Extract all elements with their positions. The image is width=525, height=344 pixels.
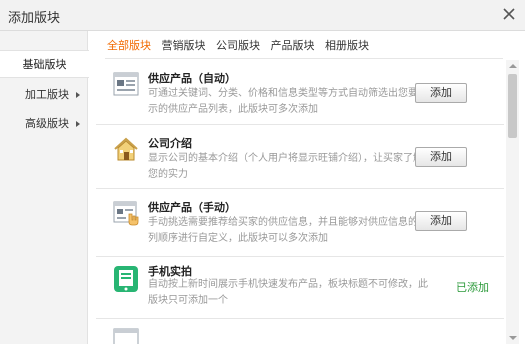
sidebar-item-processing[interactable]: 加工版块 bbox=[0, 81, 88, 109]
mobile-phone-icon bbox=[114, 266, 138, 292]
product-list-icon bbox=[113, 72, 139, 96]
category-tabs: 全部版块 营销版块 公司版块 产品版块 相册版块 bbox=[107, 37, 376, 53]
scrollbar[interactable] bbox=[506, 60, 519, 344]
block-description: 手动挑选需要推荐给买家的供应信息，并且能够对供应信息的排列顺序进行自定义，此版块… bbox=[148, 217, 428, 244]
list-item: 供应产品（手动） 手动挑选需要推荐给买家的供应信息，并且能够对供应信息的排列顺序… bbox=[96, 189, 504, 257]
title-bar: 添加版块 bbox=[0, 0, 525, 31]
sidebar-item-basic[interactable]: 基础版块 bbox=[0, 50, 89, 78]
tab-album[interactable]: 相册版块 bbox=[325, 37, 369, 53]
list-item: 公司介绍 显示公司的基本介绍（个人用户将显示旺铺介绍），让买家了解您的实力 添加 bbox=[96, 125, 504, 189]
list-item: 手机实拍 自动按上新时间展示手机快速发布产品，板块标题不可修改，此版块只可添加一… bbox=[96, 257, 504, 319]
block-description: 显示公司的基本介绍（个人用户将显示旺铺介绍），让买家了解您的实力 bbox=[148, 153, 423, 180]
sidebar-item-label: 加工版块 bbox=[25, 88, 69, 101]
house-icon bbox=[114, 137, 138, 161]
added-status: 已添加 bbox=[456, 281, 489, 294]
block-icon bbox=[113, 328, 139, 344]
tab-product[interactable]: 产品版块 bbox=[271, 37, 315, 53]
list-item bbox=[96, 319, 504, 344]
add-button[interactable]: 添加 bbox=[415, 211, 467, 231]
manual-product-icon bbox=[113, 201, 139, 226]
list-item: 供应产品（自动） 可通过关键词、分类、价格和信息类型等方式自动筛选出您要展示的供… bbox=[96, 60, 504, 125]
block-name: 公司介绍 bbox=[148, 137, 192, 150]
add-button[interactable]: 添加 bbox=[415, 147, 467, 167]
tab-all[interactable]: 全部版块 bbox=[107, 37, 151, 53]
sidebar: 基础版块 加工版块 高级版块 bbox=[0, 31, 89, 344]
scroll-thumb[interactable] bbox=[508, 74, 517, 138]
sidebar-item-label: 高级版块 bbox=[25, 117, 69, 130]
add-button[interactable]: 添加 bbox=[415, 83, 467, 103]
block-description: 自动按上新时间展示手机快速发布产品，板块标题不可修改，此版块只可添加一个 bbox=[148, 279, 428, 306]
block-list: 供应产品（自动） 可通过关键词、分类、价格和信息类型等方式自动筛选出您要展示的供… bbox=[96, 60, 504, 344]
scroll-up-icon[interactable] bbox=[509, 64, 517, 68]
chevron-right-icon bbox=[76, 121, 80, 127]
sidebar-item-label: 基础版块 bbox=[22, 58, 67, 71]
dialog-title: 添加版块 bbox=[8, 11, 61, 26]
tab-company[interactable]: 公司版块 bbox=[216, 37, 260, 53]
close-icon[interactable] bbox=[502, 7, 516, 21]
block-name: 供应产品（手动） bbox=[148, 201, 236, 214]
block-name: 供应产品（自动） bbox=[148, 72, 236, 85]
tab-divider bbox=[105, 58, 503, 59]
sidebar-item-advanced[interactable]: 高级版块 bbox=[0, 110, 88, 138]
block-description: 可通过关键词、分类、价格和信息类型等方式自动筛选出您要展示的供应产品列表，此版块… bbox=[148, 88, 428, 115]
chevron-right-icon bbox=[76, 92, 80, 98]
scroll-down-icon[interactable] bbox=[509, 336, 517, 340]
tab-marketing[interactable]: 营销版块 bbox=[162, 37, 206, 53]
